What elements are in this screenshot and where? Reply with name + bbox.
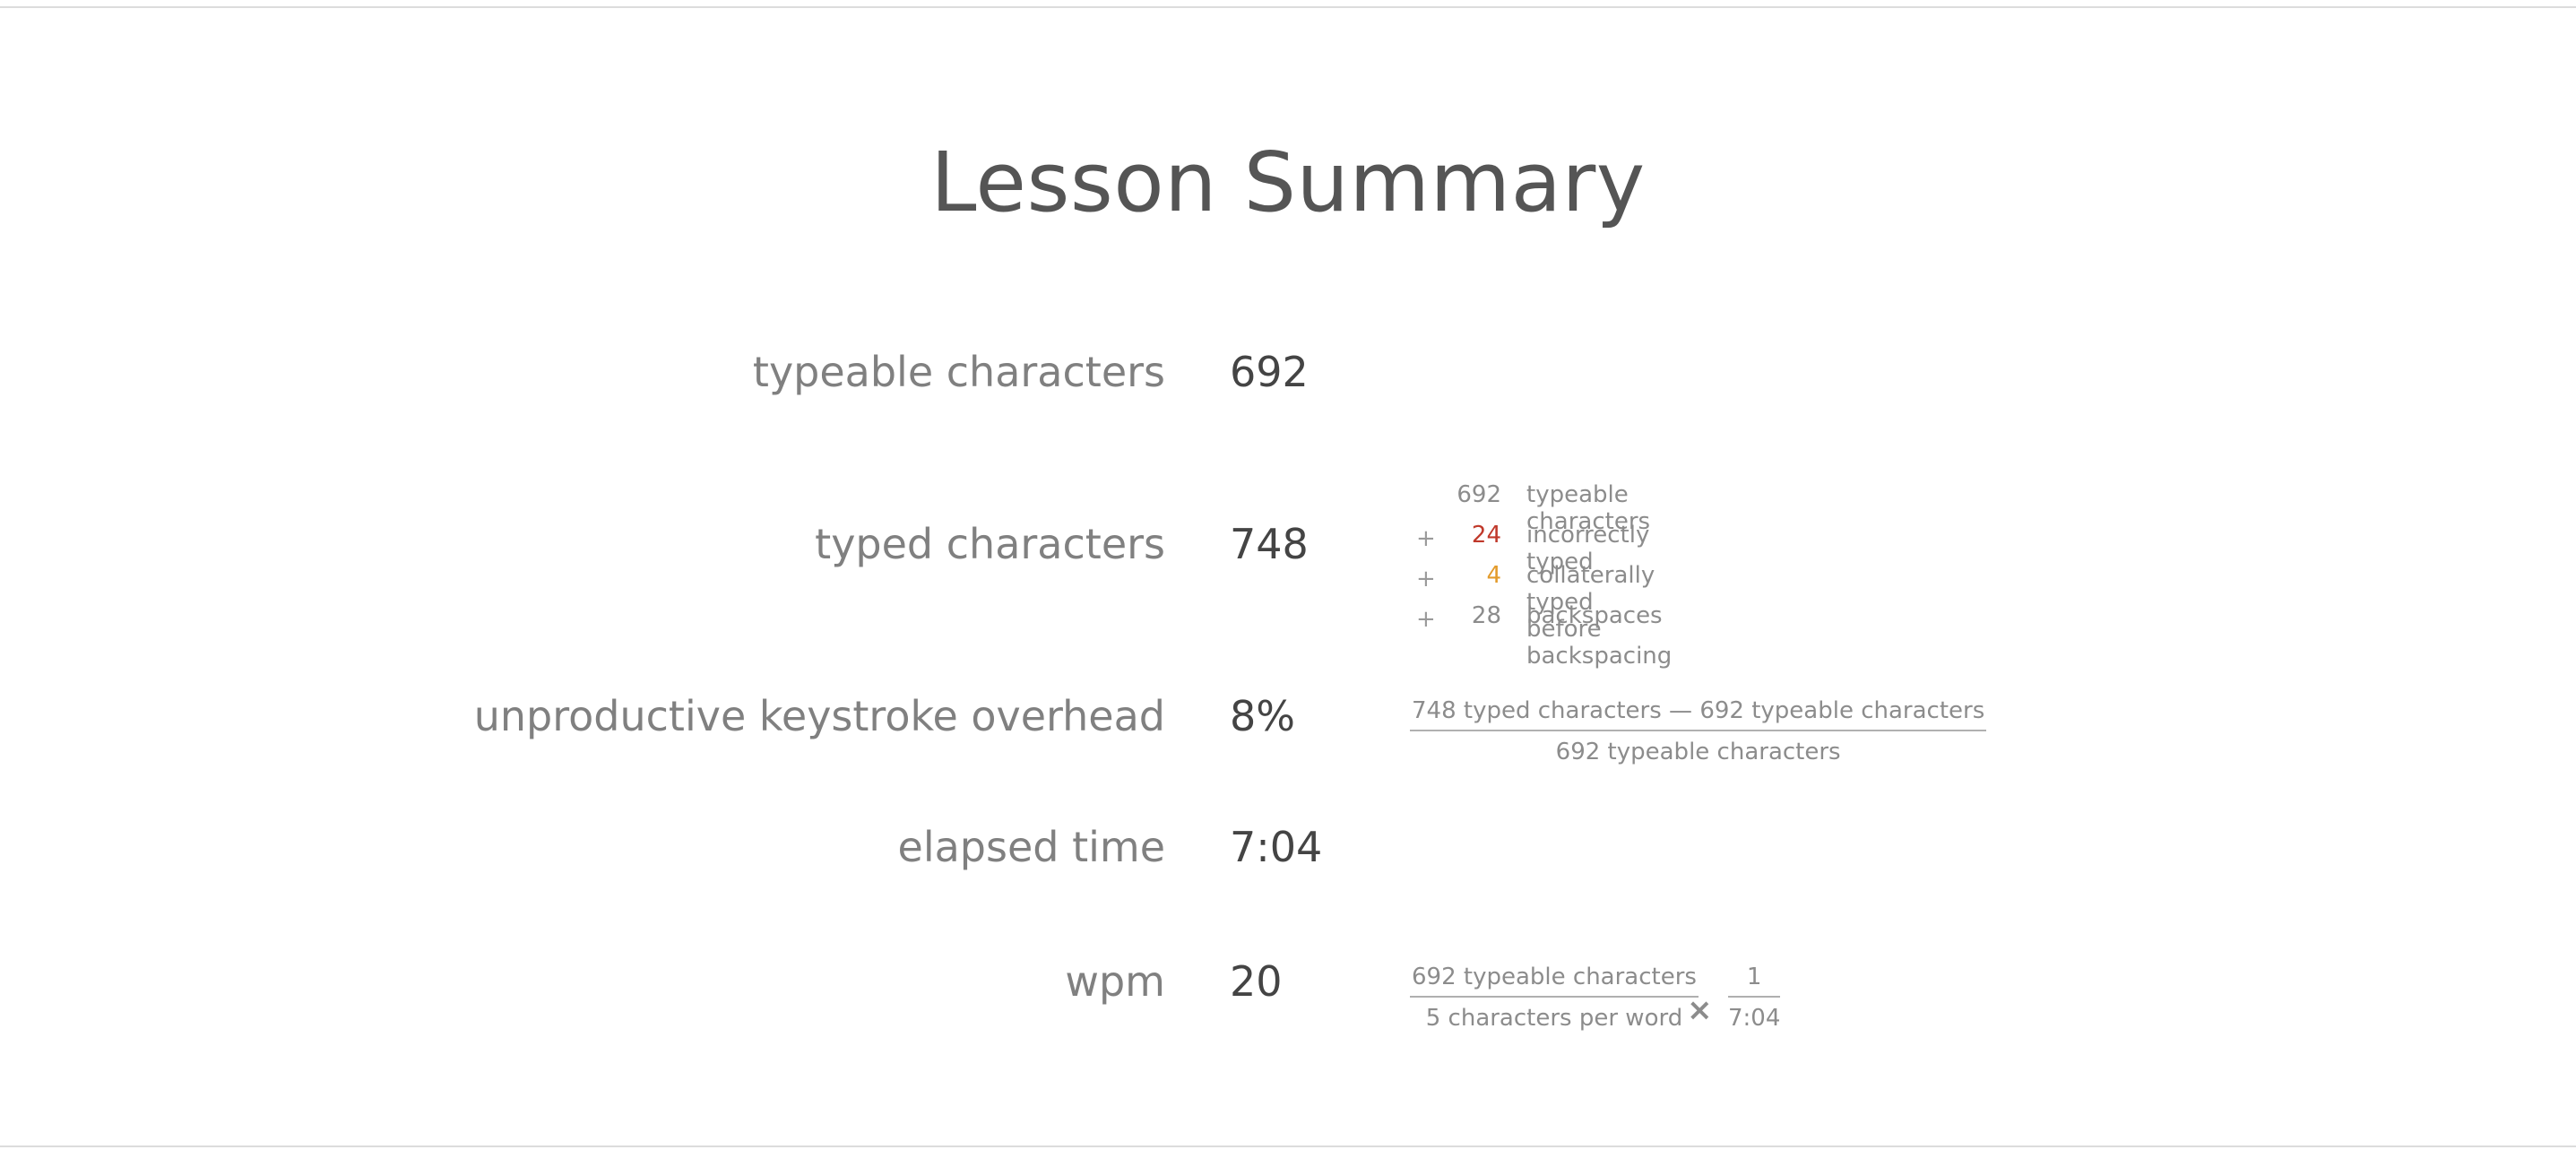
lesson-summary-page: Lesson Summary typeable characters 692 t… [0, 0, 2576, 1167]
multiply-icon: × [1687, 992, 1713, 1028]
overhead-formula-denominator: 692 typeable characters [1555, 739, 1841, 765]
overhead-label: unproductive keystroke overhead [473, 692, 1165, 740]
top-divider [0, 6, 2576, 8]
breakdown-text: backspaces [1526, 602, 1663, 629]
wpm-value: 20 [1230, 957, 1283, 1006]
overhead-formula: 748 typed characters — 692 typeable char… [1410, 699, 1987, 765]
breakdown-number: 24 [1471, 522, 1501, 549]
breakdown-number: 28 [1471, 602, 1501, 629]
wpm-formula-right: 1 7:04 [1728, 965, 1781, 1032]
breakdown-number: 4 [1486, 562, 1501, 589]
wpm-label: wpm [1065, 957, 1165, 1006]
typed-characters-value: 748 [1230, 520, 1309, 568]
typeable-characters-label: typeable characters [752, 348, 1165, 396]
bottom-divider [0, 1145, 2576, 1147]
page-title: Lesson Summary [930, 134, 1646, 230]
wpm-formula-right-numerator: 1 [1728, 965, 1781, 998]
elapsed-time-label: elapsed time [897, 823, 1165, 871]
overhead-value: 8% [1230, 692, 1295, 740]
typeable-characters-value: 692 [1230, 348, 1309, 396]
breakdown-number: 692 [1457, 481, 1501, 508]
wpm-formula-right-denominator: 7:04 [1728, 1005, 1781, 1032]
wpm-formula-left-denominator: 5 characters per word [1425, 1005, 1683, 1032]
elapsed-time-value: 7:04 [1230, 823, 1323, 871]
overhead-formula-numerator: 748 typed characters — 692 typeable char… [1410, 699, 1987, 731]
wpm-formula-left-numerator: 692 typeable characters [1410, 965, 1699, 998]
wpm-formula-left: 692 typeable characters 5 characters per… [1410, 965, 1699, 1030]
typed-characters-label: typed characters [815, 520, 1165, 568]
